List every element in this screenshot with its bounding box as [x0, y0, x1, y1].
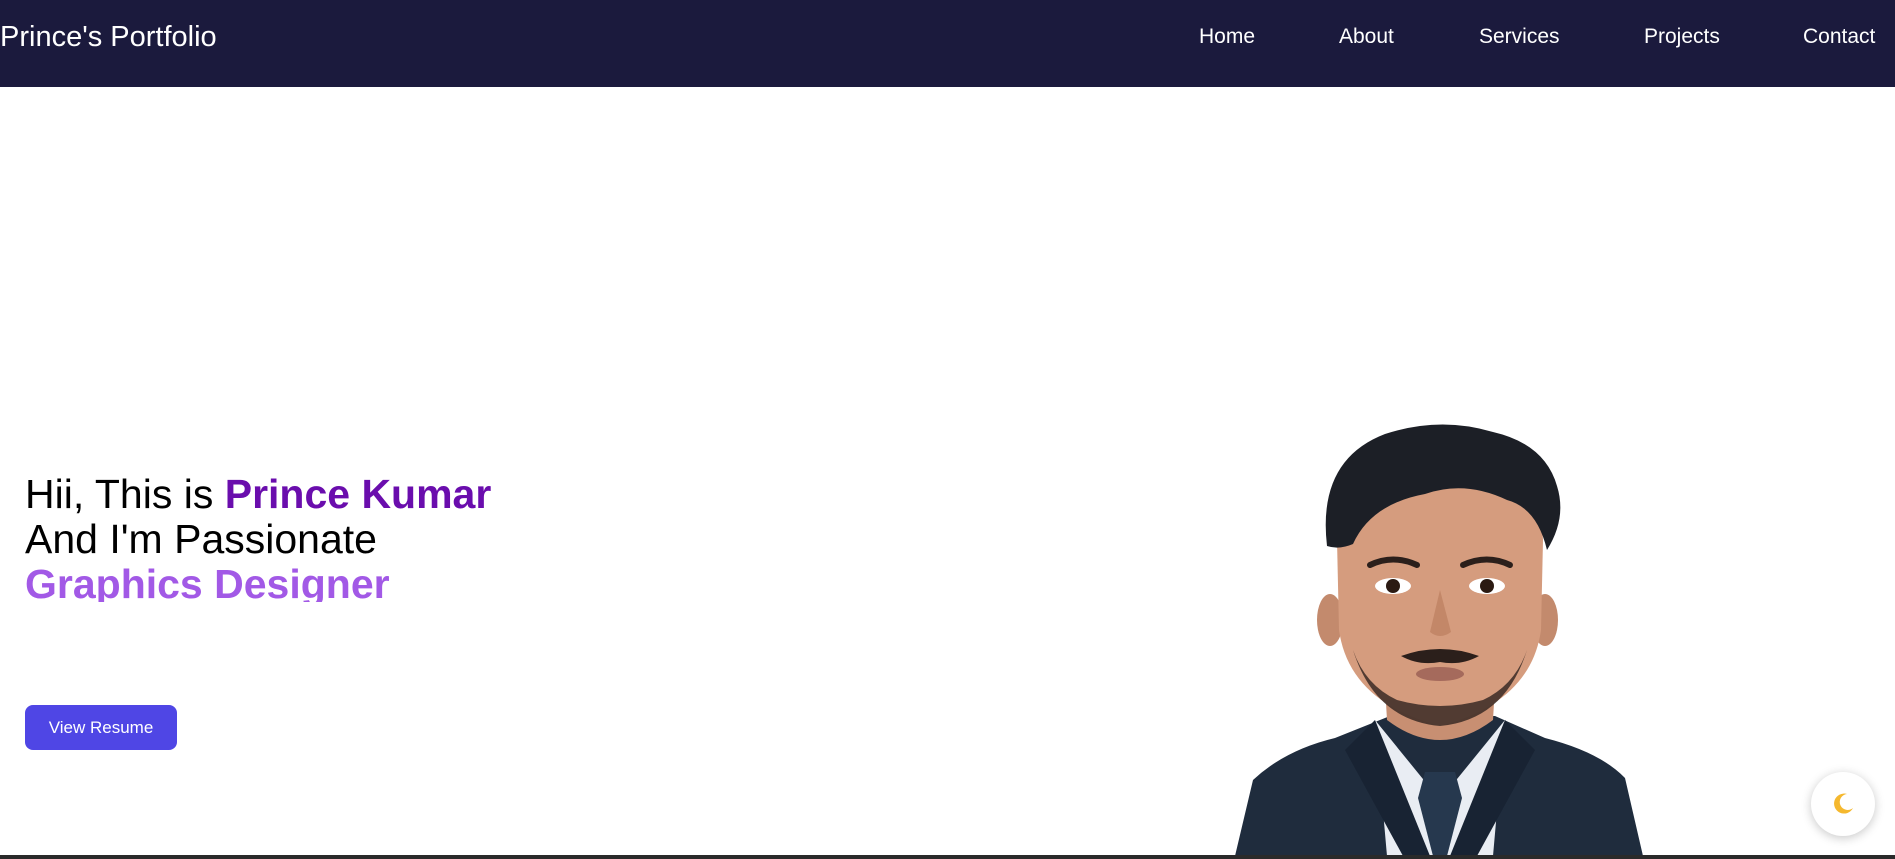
- hero-greeting-line: Hii, This is Prince Kumar: [25, 472, 491, 517]
- moon-icon: [1834, 793, 1853, 814]
- profile-portrait: [1235, 424, 1643, 856]
- hero-passion-line: And I'm Passionate: [25, 516, 377, 562]
- nav-link-home[interactable]: Home: [1199, 25, 1255, 49]
- bottom-divider: [0, 855, 1895, 859]
- nav-link-contact[interactable]: Contact: [1803, 25, 1875, 49]
- site-brand[interactable]: Prince's Portfolio: [0, 19, 217, 55]
- hero-intro: Hii, This is Prince Kumar And I'm Passio…: [25, 472, 491, 603]
- nav-link-about[interactable]: About: [1339, 25, 1394, 49]
- nav-link-projects[interactable]: Projects: [1644, 25, 1720, 49]
- hero-greeting: Hii, This is: [25, 471, 225, 517]
- hero-role-typing: Graphics Designer: [25, 562, 390, 602]
- nav-link-services[interactable]: Services: [1479, 25, 1560, 49]
- top-navbar: Prince's Portfolio Home About Services P…: [0, 0, 1895, 87]
- hero-name: Prince Kumar: [224, 471, 492, 517]
- view-resume-button[interactable]: View Resume: [25, 705, 177, 750]
- theme-toggle-button[interactable]: [1811, 772, 1875, 836]
